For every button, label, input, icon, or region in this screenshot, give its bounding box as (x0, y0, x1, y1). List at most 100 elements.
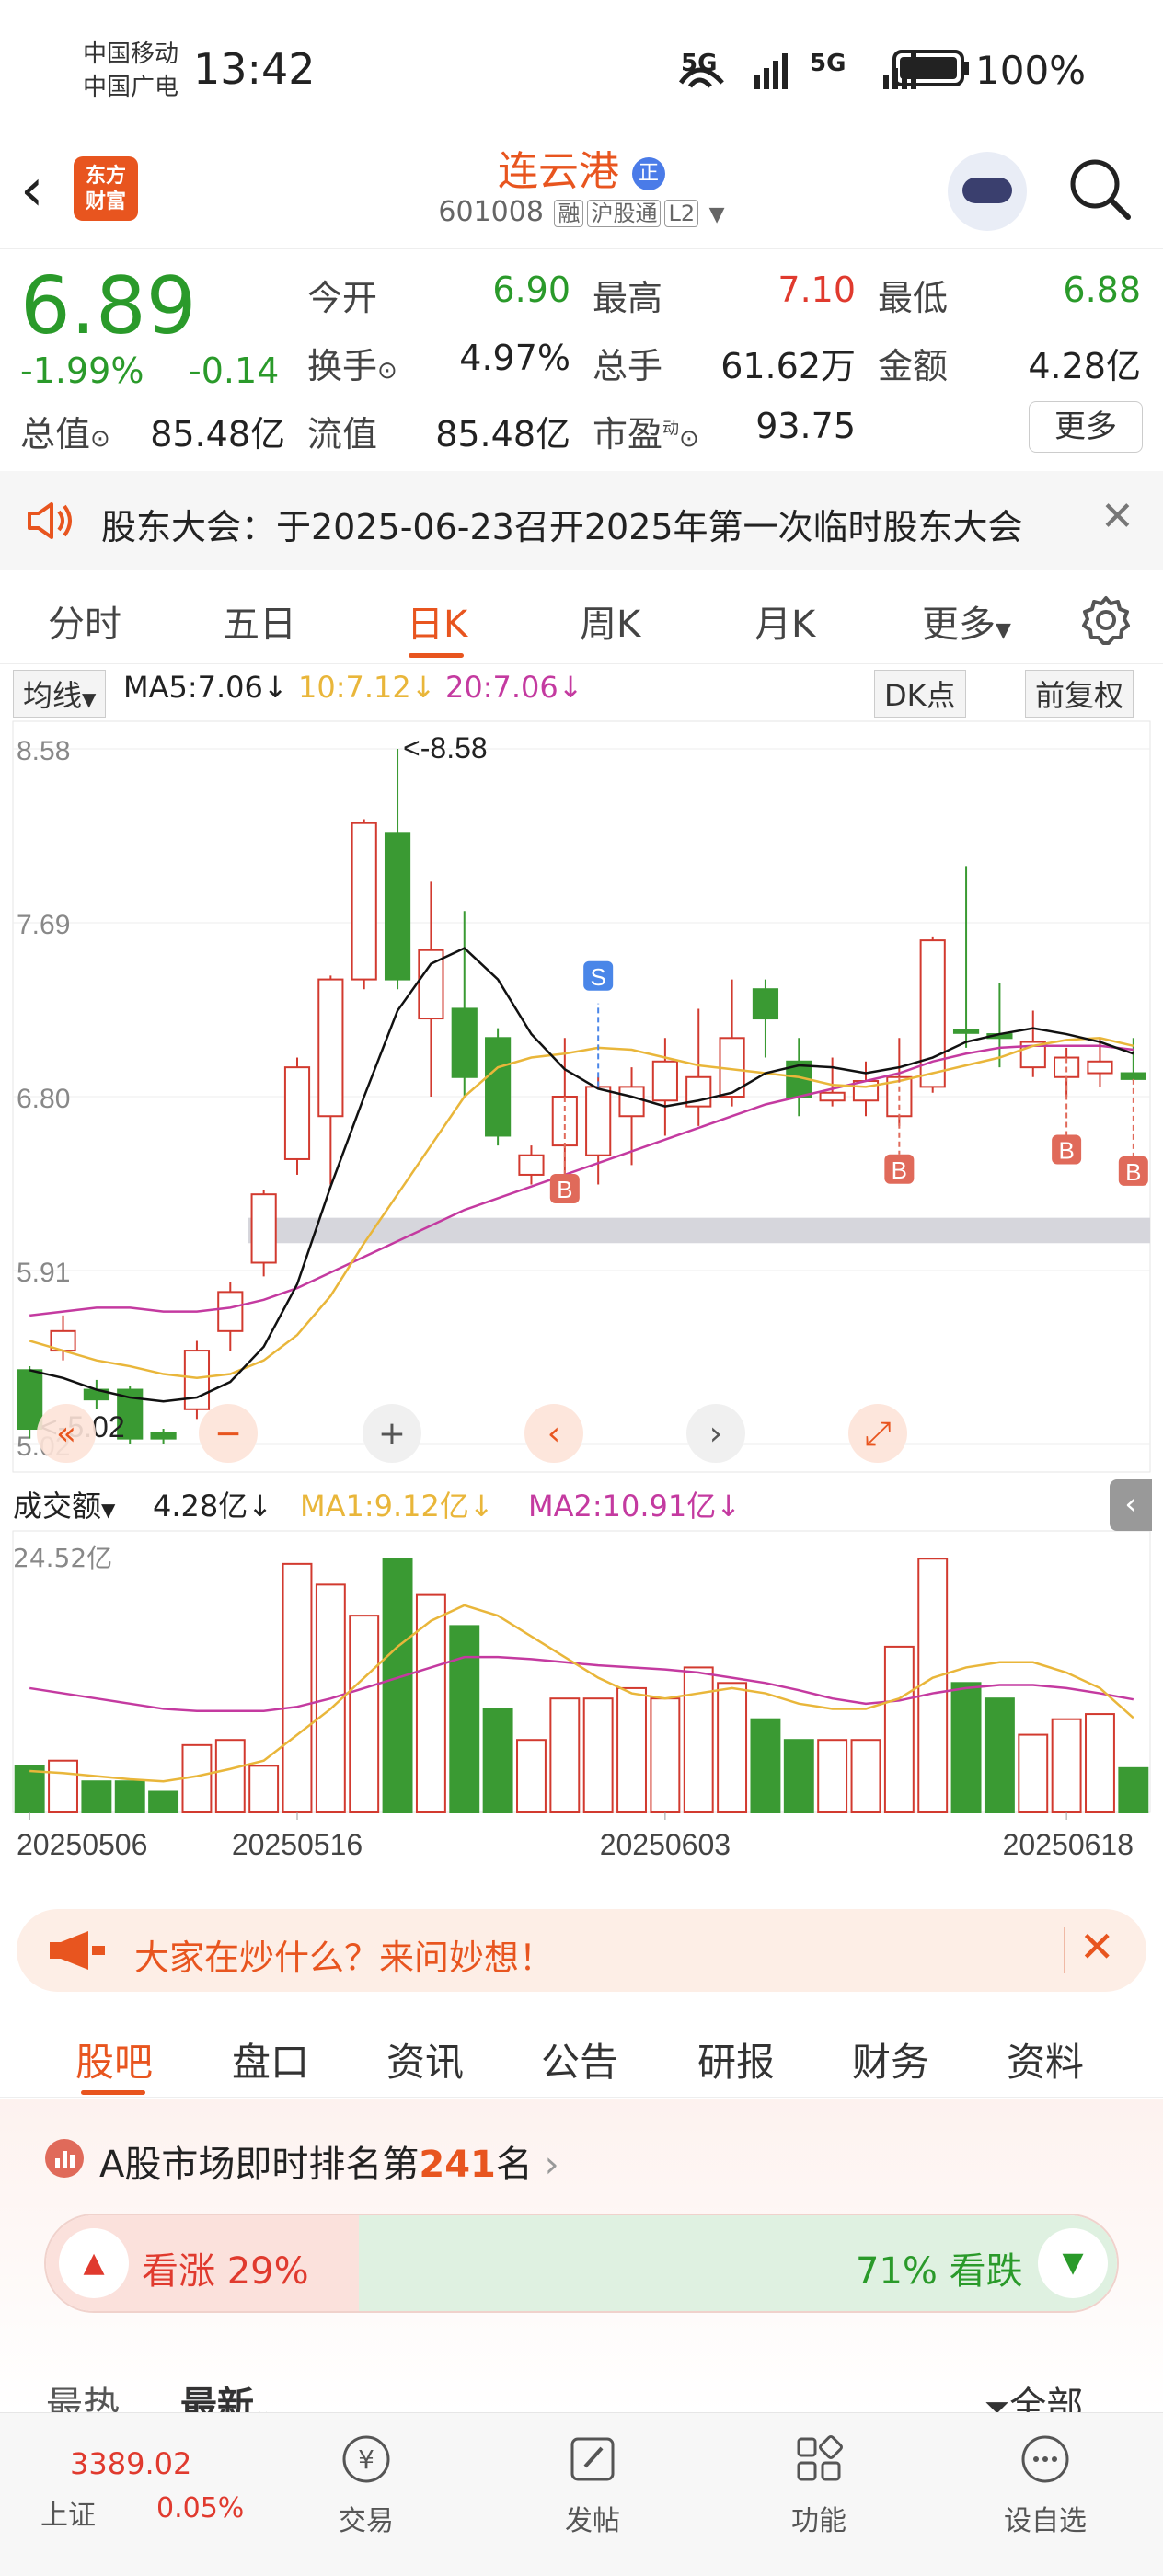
kline-chart[interactable]: 均线▼ MA5:7.06↓ 10:7.12↓ 20:7.06↓ DK点 前复权 … (0, 664, 1163, 1888)
search-icon[interactable] (1067, 156, 1132, 221)
speaker-icon (28, 502, 72, 539)
pe-label: 市盈动⊙ (593, 406, 699, 456)
active-tab-indicator (81, 2090, 145, 2095)
volume-bar (783, 1739, 814, 1813)
tab-profile[interactable]: 资料 (1007, 2031, 1084, 2087)
close-icon[interactable]: ✕ (1079, 1922, 1115, 1972)
support-band (248, 1217, 1150, 1244)
tab-news[interactable]: 资讯 (386, 2031, 464, 2087)
nav-trade[interactable]: ¥ 交易 (302, 2432, 431, 2538)
tab-research[interactable]: 研报 (697, 2031, 775, 2087)
index-change: 0.05% (156, 2492, 245, 2524)
signal-label: B (557, 1176, 572, 1203)
megaphone-icon (50, 1931, 105, 1970)
candle-body (1120, 1072, 1146, 1080)
signal-label: B (1058, 1137, 1074, 1165)
volume-bar (1085, 1713, 1115, 1814)
low-value: 6.88 (1063, 270, 1141, 310)
volume-bar (48, 1759, 78, 1813)
fullscreen-button-glyph: ⤢ (865, 1415, 892, 1453)
volume-bar (616, 1686, 647, 1814)
edit-icon (570, 2437, 615, 2481)
nav-functions[interactable]: 功能 (754, 2432, 883, 2538)
ranking-number: 241 (419, 2144, 496, 2186)
nav-watchlist[interactable]: 设自选 (981, 2432, 1110, 2538)
high-value: 7.10 (777, 270, 856, 310)
candle-body (451, 1007, 478, 1078)
candle-body (217, 1291, 244, 1332)
change-amount: -0.14 (189, 351, 280, 391)
volume-label[interactable]: 成交额▼ (13, 1483, 115, 1525)
tab-monthly-k[interactable]: 月K (754, 594, 815, 648)
mktcap-value: 85.48亿 (150, 414, 285, 454)
bearish-label: 71% 看跌 (856, 2250, 1023, 2293)
bearish-button[interactable]: ▼ (1038, 2228, 1108, 2298)
tab-daily-k[interactable]: 日K (407, 594, 467, 648)
info-icon[interactable]: ⊙ (377, 357, 397, 385)
tab-forum[interactable]: 股吧 (75, 2031, 153, 2087)
nav-watchlist-label: 设自选 (1004, 2505, 1087, 2537)
notice-bar[interactable]: 股东大会：于2025-06-23召开2025年第一次临时股东大会 ✕ (0, 471, 1163, 570)
bottom-nav: 3389.02 上证 0.05% ¥ 交易 发帖 功能 设自选 (0, 2412, 1163, 2576)
robot-assistant-icon[interactable] (948, 152, 1027, 231)
volume-bar (750, 1718, 781, 1813)
more-button[interactable]: 更多 (1029, 401, 1143, 453)
volume-bar (984, 1697, 1015, 1814)
caret-down-icon: ▼ (996, 619, 1011, 642)
volume-bar (683, 1666, 714, 1813)
nav-post[interactable]: 发帖 (528, 2432, 657, 2538)
sentiment-panel: A股市场即时排名第241名 › ▲ 看涨 29% 71% 看跌 ▼ 最热 最新⌄… (0, 2099, 1163, 2427)
tab-more-label: 更多 (922, 604, 996, 646)
info-icon[interactable]: ⊙ (679, 425, 699, 453)
zoom-in-button-glyph: + (378, 1415, 406, 1453)
turnover-label-text: 换手 (307, 346, 378, 386)
x-tick-label: 20250618 (1003, 1828, 1134, 1861)
index-value[interactable]: 3389.02 (70, 2446, 191, 2481)
candle-body (518, 1154, 545, 1176)
tab-five-day[interactable]: 五日 (223, 594, 296, 648)
battery-level: 100% (975, 48, 1087, 93)
close-icon[interactable]: ✕ (1100, 493, 1134, 540)
settings-gear-icon[interactable] (1080, 594, 1132, 646)
volume-bar (349, 1615, 380, 1814)
low-label: 最低 (878, 278, 949, 318)
tag-margin: 融 (554, 200, 584, 227)
y-tick-label: 6.80 (17, 1084, 70, 1114)
collapse-panel-icon[interactable]: ‹ (1110, 1479, 1152, 1531)
divider (1064, 1927, 1065, 1973)
volume-bar (282, 1562, 313, 1814)
next-button-glyph: › (709, 1415, 722, 1453)
bullish-button[interactable]: ▲ (59, 2228, 129, 2298)
ranking-suffix: 名 (495, 2144, 533, 2186)
tab-intraday[interactable]: 分时 (48, 594, 121, 648)
volume-bar (214, 1739, 246, 1813)
caret-down-icon: ▼ (101, 1499, 116, 1521)
y-tick-label: 8.58 (17, 736, 70, 766)
volume-label: 总手 (593, 346, 663, 386)
ranking-prefix: A股市场即时排名第 (99, 2144, 420, 2186)
arrow-up-icon: ▲ (83, 2247, 105, 2279)
amount-value: 4.28亿 (1028, 346, 1141, 386)
banner-text: 大家在炒什么？来问妙想！ (134, 1938, 555, 1978)
volume-bar (516, 1739, 547, 1813)
battery-icon (892, 50, 969, 86)
ask-banner[interactable]: 大家在炒什么？来问妙想！ ✕ (17, 1909, 1146, 1992)
zoom-out-button-glyph: − (214, 1415, 242, 1453)
tab-more[interactable]: 更多▼ (922, 594, 1011, 648)
volume-bar (14, 1765, 45, 1813)
info-icon[interactable]: ⊙ (90, 425, 110, 453)
volume-label-text: 成交额 (13, 1489, 102, 1524)
tab-weekly-k[interactable]: 周K (580, 594, 640, 648)
carrier-2: 中国广电 (83, 74, 179, 101)
volume-bar (650, 1697, 681, 1814)
tab-orderbook[interactable]: 盘口 (232, 2031, 309, 2087)
volume-bar (148, 1790, 179, 1814)
clock: 13:42 (193, 44, 316, 94)
candle-body (1087, 1060, 1113, 1075)
tab-announcements[interactable]: 公告 (541, 2031, 618, 2087)
volume-bar (582, 1697, 614, 1814)
ranking-text[interactable]: A股市场即时排名第241名 › (99, 2134, 559, 2188)
info-tabs: 股吧 盘口 资讯 公告 研报 财务 资料 (0, 2006, 1163, 2098)
tab-financials[interactable]: 财务 (852, 2031, 929, 2087)
more-dots-icon (1021, 2435, 1069, 2483)
